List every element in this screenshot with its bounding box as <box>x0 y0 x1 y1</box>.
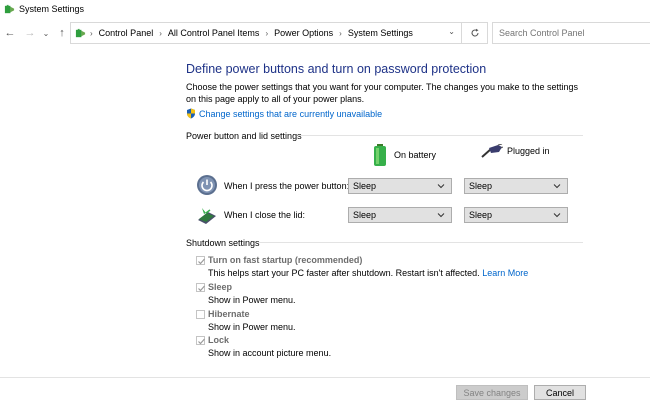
breadcrumb-separator-icon: › <box>339 28 342 38</box>
power-options-icon <box>4 4 15 13</box>
sleep-option: Sleep Show in Power menu. <box>196 282 296 306</box>
window-title: System Settings <box>19 4 85 14</box>
chevron-down-icon <box>553 184 561 189</box>
chevron-down-icon <box>437 213 445 218</box>
sleep-checkbox[interactable] <box>196 283 205 292</box>
checkmark-icon <box>198 285 205 292</box>
select-value: Sleep <box>469 181 493 191</box>
checkmark-icon <box>198 258 205 265</box>
forward-arrow-icon[interactable]: → <box>23 24 37 42</box>
breadcrumb-control-panel[interactable]: Control Panel › <box>99 28 168 38</box>
plugged-in-label: Plugged in <box>507 146 550 156</box>
power-plug-icon <box>481 144 503 158</box>
lock-label: Lock <box>208 335 230 345</box>
on-battery-header: On battery <box>372 144 436 166</box>
back-arrow-icon[interactable]: ← <box>3 24 17 42</box>
fast-startup-description: This helps start your PC faster after sh… <box>208 268 480 278</box>
battery-icon <box>374 144 386 166</box>
sleep-description: Show in Power menu. <box>208 295 296 305</box>
on-battery-label: On battery <box>394 150 437 160</box>
divider <box>258 242 583 243</box>
laptop-lid-icon <box>198 208 216 224</box>
title-bar: System Settings <box>0 0 650 18</box>
breadcrumb-system-settings[interactable]: System Settings <box>348 28 413 38</box>
refresh-button[interactable] <box>462 22 488 44</box>
power-button-icon <box>197 175 217 195</box>
address-dropdown-chevron-icon[interactable]: ⌄ <box>448 27 455 36</box>
hibernate-option: Hibernate Show in Power menu. <box>196 309 296 333</box>
power-button-plugged-in-select[interactable]: Sleep <box>464 178 568 194</box>
change-settings-link[interactable]: Change settings that are currently unava… <box>186 108 382 119</box>
power-button-row-label: When I press the power button: <box>224 181 350 191</box>
breadcrumb-separator-icon: › <box>265 28 269 38</box>
power-button-on-battery-select[interactable]: Sleep <box>348 178 452 194</box>
control-panel-icon <box>75 28 86 37</box>
shield-icon <box>187 108 195 119</box>
chevron-down-icon <box>553 213 561 218</box>
hibernate-label: Hibernate <box>208 309 250 319</box>
fast-startup-checkbox[interactable] <box>196 256 205 265</box>
cancel-button[interactable]: Cancel <box>534 385 586 400</box>
breadcrumb-separator-icon: › <box>90 28 93 38</box>
lid-row-label: When I close the lid: <box>224 210 306 220</box>
shutdown-group-label: Shutdown settings <box>186 238 260 248</box>
power-group-label: Power button and lid settings <box>186 131 302 141</box>
sleep-label: Sleep <box>208 282 233 292</box>
hibernate-checkbox[interactable] <box>196 310 205 319</box>
chevron-down-icon <box>437 184 445 189</box>
plugged-in-header: Plugged in <box>481 144 550 158</box>
navigation-bar: ← → ⌄ ↑ › Control Panel › All Control Pan… <box>0 20 650 46</box>
breadcrumb-separator-icon: › <box>159 28 162 38</box>
checkmark-icon <box>198 338 205 345</box>
select-value: Sleep <box>469 210 493 220</box>
select-value: Sleep <box>353 181 377 191</box>
save-changes-button[interactable]: Save changes <box>456 385 528 400</box>
footer-divider <box>0 377 650 378</box>
fast-startup-label: Turn on fast startup (recommended) <box>208 255 363 265</box>
breadcrumb-all-items[interactable]: All Control Panel Items › <box>168 28 274 38</box>
lock-checkbox[interactable] <box>196 336 205 345</box>
lock-option: Lock Show in account picture menu. <box>196 335 331 359</box>
page-description: Choose the power settings that you want … <box>186 82 579 104</box>
refresh-icon <box>471 28 478 37</box>
fast-startup-option: Turn on fast startup (recommended) This … <box>196 255 528 279</box>
learn-more-link[interactable]: Learn More <box>482 268 528 278</box>
divider <box>298 135 583 136</box>
lid-on-battery-select[interactable]: Sleep <box>348 207 452 223</box>
recent-locations-chevron-icon[interactable]: ⌄ <box>39 24 53 42</box>
change-settings-link-label: Change settings that are currently unava… <box>199 108 383 119</box>
lock-description: Show in account picture menu. <box>208 348 332 358</box>
address-bar[interactable]: › Control Panel › All Control Panel Items… <box>70 22 462 44</box>
hibernate-description: Show in Power menu. <box>208 322 296 332</box>
search-input[interactable] <box>492 22 650 44</box>
lid-plugged-in-select[interactable]: Sleep <box>464 207 568 223</box>
page-title: Define power buttons and turn on passwor… <box>186 62 487 76</box>
select-value: Sleep <box>353 210 377 220</box>
breadcrumb-power-options[interactable]: Power Options › <box>274 28 348 38</box>
up-arrow-icon[interactable]: ↑ <box>55 24 69 42</box>
